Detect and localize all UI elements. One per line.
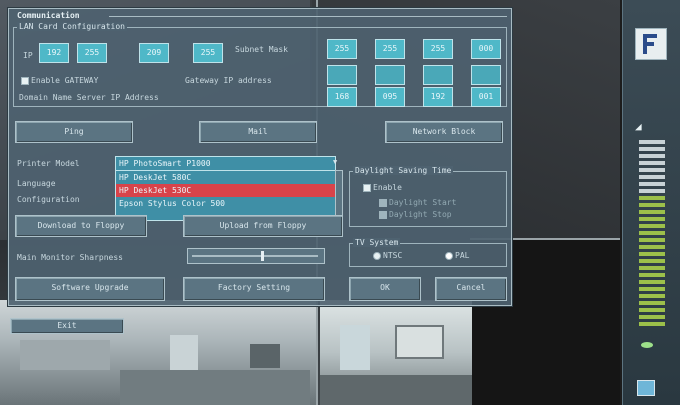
daylight-start-label: Daylight Start [389,198,457,207]
camera-view-lower-middle [320,300,472,405]
language-label: Language [17,179,56,188]
printer-option-3[interactable]: Epson Stylus Color 500 [116,197,336,210]
communication-dialog: Communication LAN Card Configuration IP … [8,8,512,306]
software-upgrade-button[interactable]: Software Upgrade [15,277,165,301]
printer-model-label: Printer Model [17,159,80,168]
dns-octet-1[interactable]: 168 [327,87,357,107]
logo-icon [635,28,667,60]
gateway-label: Gateway IP address [185,76,272,85]
ok-button[interactable]: OK [349,277,421,301]
sharpness-thumb[interactable] [261,251,264,261]
ping-button[interactable]: Ping [15,121,133,143]
sharpness-slider[interactable] [187,248,325,264]
tv-pal-label: PAL [455,251,470,260]
dns-octet-3[interactable]: 192 [423,87,453,107]
gateway-octet-2[interactable] [375,65,405,85]
factory-setting-button[interactable]: Factory Setting [183,277,325,301]
exit-label: Exit [57,321,77,330]
tv-ntsc-radio[interactable] [373,252,381,260]
sharpness-label: Main Monitor Sharpness [17,253,123,262]
printer-model-select[interactable]: HP PhotoSmart P1000 [115,156,336,171]
dns-label: Domain Name Server IP Address [19,93,159,102]
daylight-enable-checkbox[interactable] [363,184,371,192]
network-block-button[interactable]: Network Block [385,121,503,143]
tv-pal-radio[interactable] [445,252,453,260]
download-to-floppy-button[interactable]: Download to Floppy [15,215,147,237]
sharpness-track [192,255,318,257]
gateway-octet-4[interactable] [471,65,501,85]
subnet-octet-3[interactable]: 255 [423,39,453,59]
printer-dropdown-list[interactable]: HP DeskJet 580C HP DeskJet 530C Epson St… [115,170,337,221]
speaker-icon: ◢ [635,120,642,133]
ip-octet-1[interactable]: 192 [39,43,69,63]
subnet-mask-label: Subnet Mask [235,45,288,54]
cancel-button[interactable]: Cancel [435,277,507,301]
exit-button[interactable]: Exit [10,318,124,334]
camera-view-lower-left [0,300,318,405]
daylight-saving-group-title: Daylight Saving Time [353,166,454,175]
gateway-octet-1[interactable] [327,65,357,85]
ip-octet-3[interactable]: 209 [139,43,169,63]
enable-gateway-checkbox[interactable] [21,77,29,85]
subnet-octet-4[interactable]: 000 [471,39,501,59]
printer-select-arrow-icon[interactable]: ▼ [333,156,341,169]
lan-config-group-title: LAN Card Configuration [17,22,127,31]
printer-option-2[interactable]: HP DeskJet 530C [116,184,336,197]
panel-button-icon[interactable] [637,380,655,396]
status-led-icon [641,342,653,348]
dns-octet-2[interactable]: 095 [375,87,405,107]
daylight-stop-checkbox[interactable] [379,211,387,219]
subnet-octet-1[interactable]: 255 [327,39,357,59]
configuration-label: Configuration [17,195,80,204]
daylight-start-checkbox[interactable] [379,199,387,207]
tv-system-group-title: TV System [353,238,401,247]
ip-label: IP [23,51,33,60]
daylight-stop-label: Daylight Stop [389,210,452,219]
ip-octet-2[interactable]: 255 [77,43,107,63]
gateway-octet-3[interactable] [423,65,453,85]
enable-gateway-label: Enable GATEWAY [31,76,99,85]
dns-octet-4[interactable]: 001 [471,87,501,107]
daylight-enable-label: Enable [373,183,402,192]
subnet-octet-2[interactable]: 255 [375,39,405,59]
mail-button[interactable]: Mail [199,121,317,143]
dialog-title: Communication [17,11,80,20]
printer-list-scrollbar[interactable] [335,170,343,221]
side-panel: ◢ [622,0,680,405]
ip-octet-4[interactable]: 255 [193,43,223,63]
printer-option-1[interactable]: HP DeskJet 580C [116,171,336,184]
upload-from-floppy-button[interactable]: Upload from Floppy [183,215,343,237]
title-rule [109,16,507,17]
tv-ntsc-label: NTSC [383,251,403,260]
